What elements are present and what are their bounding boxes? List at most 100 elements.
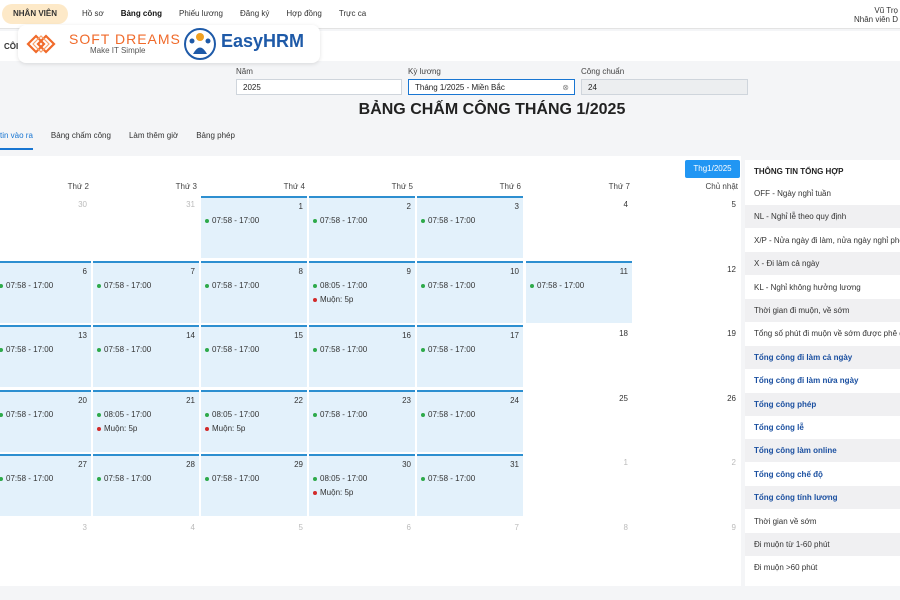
nav-item[interactable]: Hồ sơ xyxy=(82,0,104,28)
tab[interactable]: Bảng chấm công xyxy=(51,128,111,150)
section-title: CÔI xyxy=(4,42,19,51)
calendar-day[interactable]: 30 08:05 - 17:00 Muộn: 5p xyxy=(309,454,415,516)
day-number: 19 xyxy=(727,329,736,338)
calendar-day[interactable]: 2 xyxy=(634,454,740,516)
softdreams-name: SOFT DREAMS xyxy=(69,31,181,47)
time-entry: 07:58 - 17:00 xyxy=(421,281,475,290)
calendar-day[interactable]: 15 07:58 - 17:00 xyxy=(201,325,307,387)
calendar-day[interactable]: 29 07:58 - 17:00 xyxy=(201,454,307,516)
role-badge[interactable]: NHÂN VIÊN xyxy=(2,4,69,24)
weekday-header: Thứ 3 xyxy=(175,182,197,191)
weekday-header: Chủ nhật xyxy=(705,182,738,191)
easyhrm-name: EasyHRM xyxy=(221,31,305,51)
summary-item: Tổng công làm online xyxy=(745,439,900,463)
summary-item: NL - Nghỉ lễ theo quy định xyxy=(745,205,900,229)
calendar-day[interactable]: 9 08:05 - 17:00 Muộn: 5p xyxy=(309,261,415,323)
calendar-day[interactable]: 8 xyxy=(526,519,632,581)
time-entry: 08:05 - 17:00 xyxy=(205,410,259,419)
day-number: 3 xyxy=(514,202,519,211)
calendar-day[interactable]: 3 07:58 - 17:00 xyxy=(417,196,523,258)
weekday-header: Thứ 4 xyxy=(283,182,305,191)
calendar-day[interactable]: 31 07:58 - 17:00 xyxy=(417,454,523,516)
calendar-day[interactable]: 22 08:05 - 17:00 Muộn: 5p xyxy=(201,390,307,452)
calendar-day[interactable]: 25 xyxy=(526,390,632,452)
ok-dot-icon xyxy=(313,412,317,417)
calendar-day[interactable]: 28 07:58 - 17:00 xyxy=(93,454,199,516)
tab[interactable]: Bảng phép xyxy=(196,128,235,150)
calendar-day[interactable]: 23 07:58 - 17:00 xyxy=(309,390,415,452)
clear-icon[interactable]: ⊗ xyxy=(562,80,569,96)
calendar-day[interactable]: 21 08:05 - 17:00 Muộn: 5p xyxy=(93,390,199,452)
calendar-day[interactable]: 16 07:58 - 17:00 xyxy=(309,325,415,387)
nav-item[interactable]: Đăng ký xyxy=(240,0,269,28)
calendar-day[interactable]: 7 07:58 - 17:00 xyxy=(93,261,199,323)
nav-item[interactable]: Bảng công xyxy=(121,0,162,28)
calendar-day[interactable]: 30 xyxy=(0,196,91,258)
calendar-day[interactable]: 4 xyxy=(93,519,199,581)
entry-text: 07:58 - 17:00 xyxy=(428,345,476,354)
ok-dot-icon xyxy=(313,476,317,481)
ok-dot-icon xyxy=(0,347,3,352)
ok-dot-icon xyxy=(421,347,425,352)
calendar-day[interactable]: 12 xyxy=(634,261,740,323)
calendar-day[interactable]: 4 xyxy=(526,196,632,258)
day-number: 31 xyxy=(186,200,195,209)
standard-days-field: 24 xyxy=(581,79,748,95)
day-number: 3 xyxy=(82,523,87,532)
calendar-day[interactable]: 14 07:58 - 17:00 xyxy=(93,325,199,387)
calendar-day[interactable]: 8 07:58 - 17:00 xyxy=(201,261,307,323)
calendar-day[interactable]: 24 07:58 - 17:00 xyxy=(417,390,523,452)
day-number: 30 xyxy=(402,460,411,469)
entry-text: Muộn: 5p xyxy=(104,424,138,433)
calendar-day[interactable]: 7 xyxy=(417,519,523,581)
late-dot-icon xyxy=(313,490,317,495)
calendar-day[interactable]: 1 xyxy=(526,454,632,516)
page-title: BẢNG CHẤM CÔNG THÁNG 1/2025 xyxy=(358,101,626,118)
period-select[interactable]: Tháng 1/2025 - Miền Bắc ⊗ xyxy=(408,79,575,95)
nav-item[interactable]: Hợp đồng xyxy=(286,0,322,28)
entry-text: Muộn: 5p xyxy=(320,488,354,497)
tab[interactable]: tin vào ra xyxy=(0,128,33,150)
ok-dot-icon xyxy=(530,283,534,288)
calendar-day[interactable]: 3 xyxy=(0,519,91,581)
calendar-day[interactable]: 5 xyxy=(201,519,307,581)
calendar-day[interactable]: 10 07:58 - 17:00 xyxy=(417,261,523,323)
day-number: 9 xyxy=(406,267,411,276)
calendar-day[interactable]: 9 xyxy=(634,519,740,581)
calendar-day[interactable]: 13 07:58 - 17:00 xyxy=(0,325,91,387)
entry-text: 07:58 - 17:00 xyxy=(537,281,585,290)
ok-dot-icon xyxy=(97,347,101,352)
calendar-day[interactable]: 11 07:58 - 17:00 xyxy=(526,261,632,323)
nav-item[interactable]: Phiếu lương xyxy=(179,0,223,28)
day-number: 8 xyxy=(298,267,303,276)
year-select[interactable]: 2025 xyxy=(236,79,402,95)
calendar-day[interactable]: 31 xyxy=(93,196,199,258)
nav-item[interactable]: Trực ca xyxy=(339,0,366,28)
day-number: 20 xyxy=(78,396,87,405)
calendar-day[interactable]: 6 xyxy=(309,519,415,581)
day-number: 23 xyxy=(402,396,411,405)
calendar-day[interactable]: 1 07:58 - 17:00 xyxy=(201,196,307,258)
calendar-day[interactable]: 5 xyxy=(634,196,740,258)
entry-text: 07:58 - 17:00 xyxy=(104,474,152,483)
calendar-day[interactable]: 17 07:58 - 17:00 xyxy=(417,325,523,387)
calendar-day[interactable]: 27 07:58 - 17:00 xyxy=(0,454,91,516)
day-number: 13 xyxy=(78,331,87,340)
user-name[interactable]: Vũ Trọ xyxy=(874,6,898,15)
ok-dot-icon xyxy=(97,412,101,417)
calendar-day[interactable]: 2 07:58 - 17:00 xyxy=(309,196,415,258)
time-entry: 07:58 - 17:00 xyxy=(0,281,53,290)
softdreams-tagline: Make IT Simple xyxy=(90,46,146,55)
calendar-day[interactable]: 18 xyxy=(526,325,632,387)
calendar-day[interactable]: 6 07:58 - 17:00 xyxy=(0,261,91,323)
entry-text: 07:58 - 17:00 xyxy=(428,474,476,483)
summary-item: KL - Nghỉ không hưởng lương xyxy=(754,282,861,292)
entry-text: 07:58 - 17:00 xyxy=(104,281,152,290)
calendar-day[interactable]: 20 07:58 - 17:00 xyxy=(0,390,91,452)
summary-item: Thời gian đi muộn, về sớm xyxy=(745,299,900,322)
entry-text: 08:05 - 17:00 xyxy=(320,281,368,290)
tab[interactable]: Làm thêm giờ xyxy=(129,128,178,150)
month-button[interactable]: Thg1/2025 xyxy=(685,160,740,178)
calendar-day[interactable]: 19 xyxy=(634,325,740,387)
calendar-day[interactable]: 26 xyxy=(634,390,740,452)
